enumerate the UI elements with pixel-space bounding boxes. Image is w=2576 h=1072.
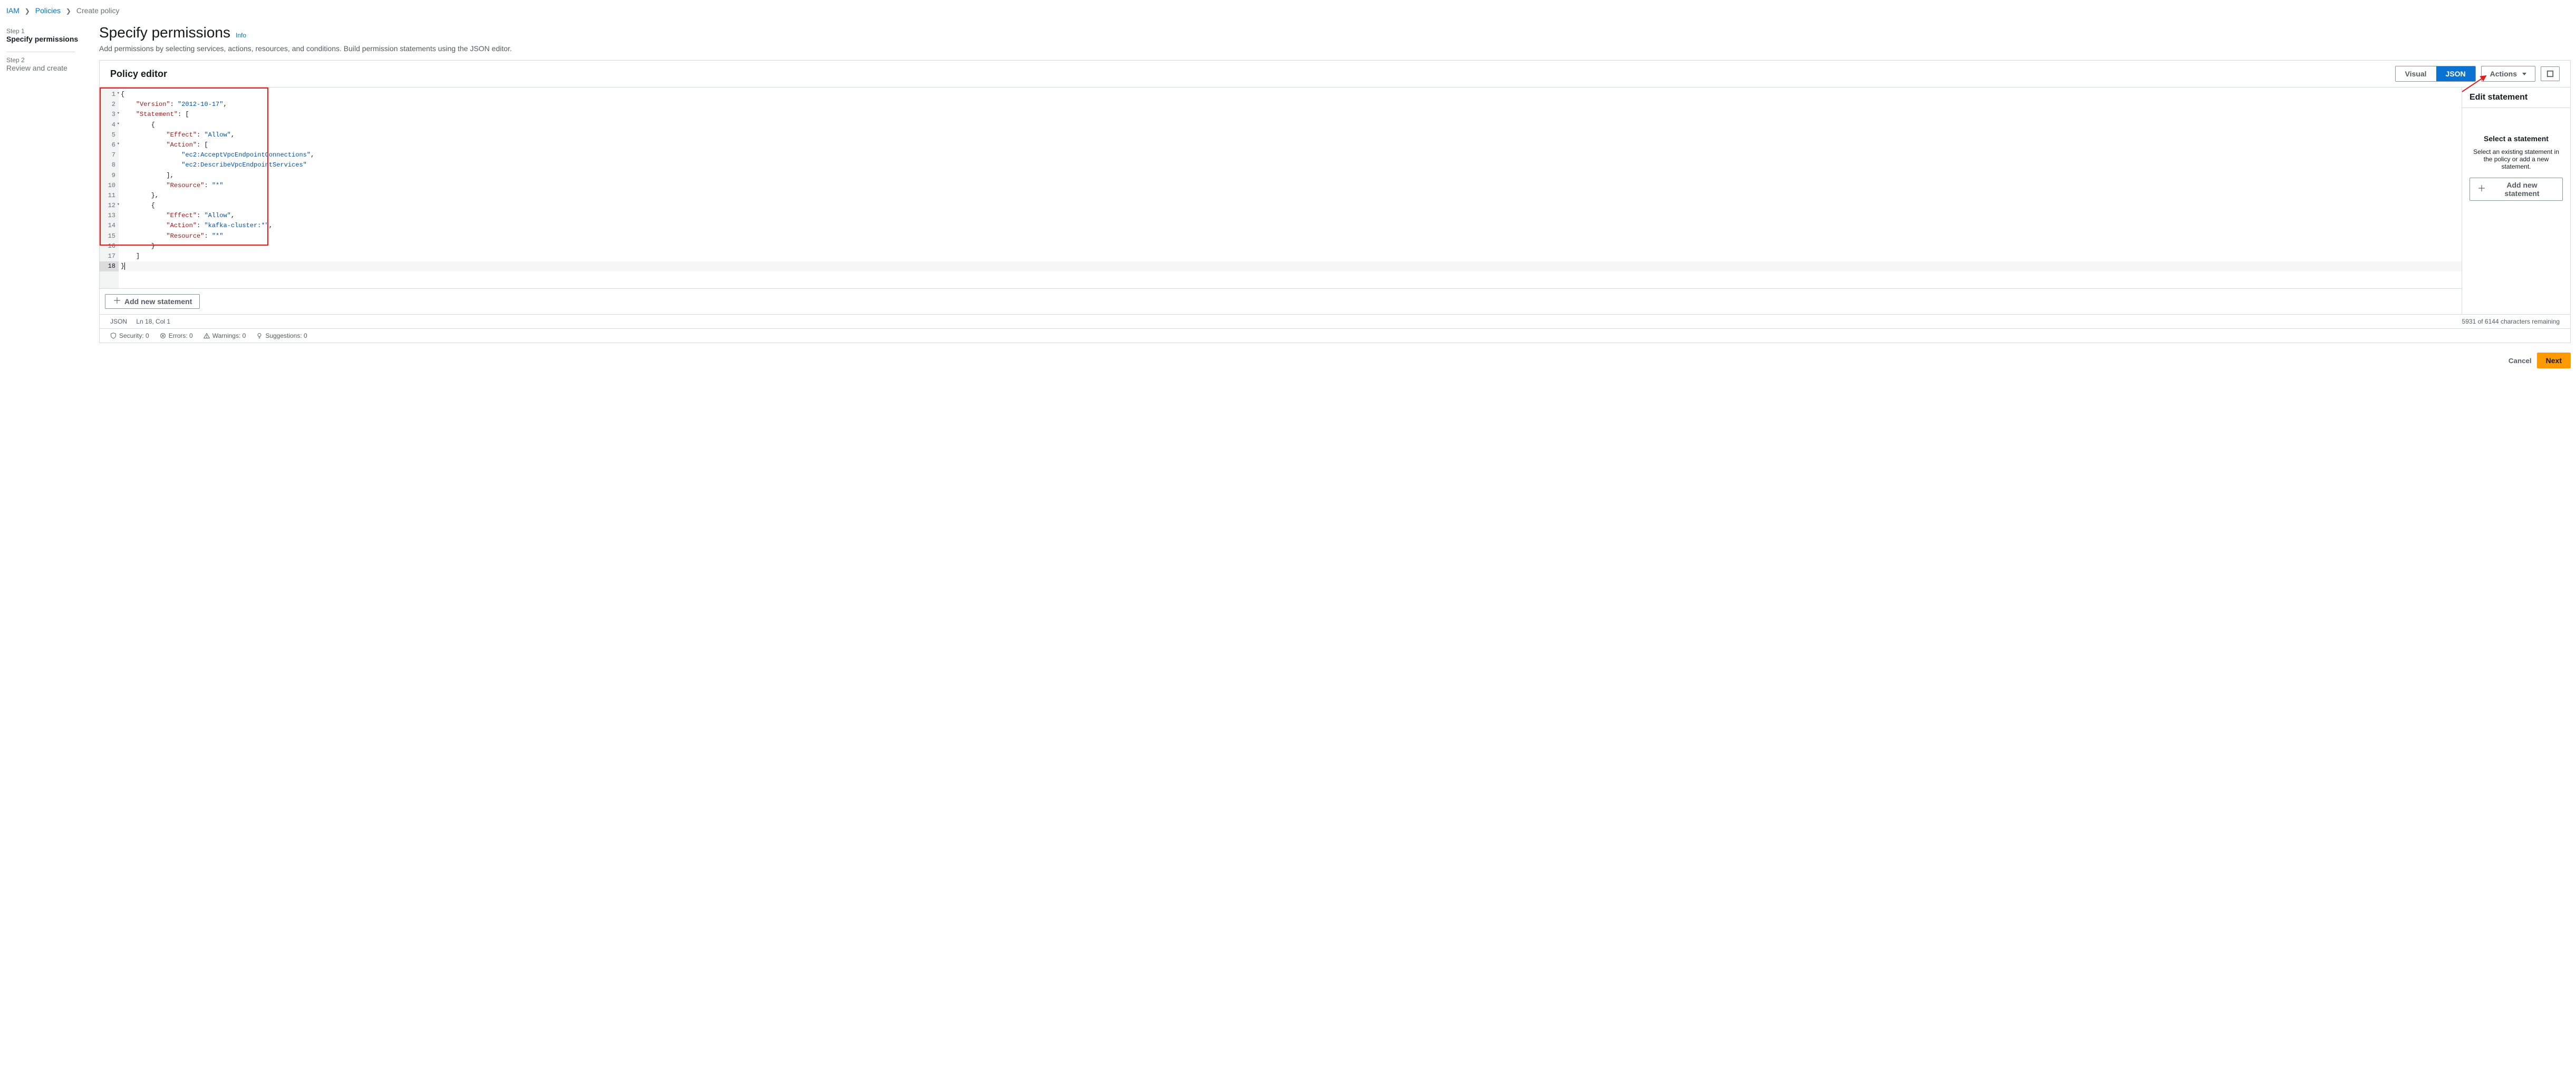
page-title: Specify permissions [99, 24, 230, 41]
add-statement-button[interactable]: ＋ Add new statement [105, 294, 200, 309]
code-content[interactable]: { "Version": "2012-10-17", "Statement": … [119, 87, 2462, 288]
status-errors-text: Errors: 0 [169, 332, 193, 339]
chevron-right-icon: ❯ [25, 7, 30, 15]
fullscreen-icon [2546, 70, 2554, 77]
status-mode: JSON [110, 318, 127, 325]
plus-icon: ＋ [2477, 185, 2486, 193]
warning-icon [204, 333, 210, 339]
select-statement-desc: Select an existing statement in the poli… [2470, 148, 2563, 170]
edit-statement-title: Edit statement [2462, 87, 2570, 108]
step1-name[interactable]: Specify permissions [6, 35, 88, 50]
code-editor[interactable]: 123456789101112131415161718 { "Version":… [100, 87, 2462, 288]
status-warnings-text: Warnings: 0 [212, 332, 246, 339]
breadcrumb-policies[interactable]: Policies [35, 6, 61, 15]
code-editor-column: 123456789101112131415161718 { "Version":… [100, 87, 2462, 314]
view-toggle: Visual JSON [2395, 66, 2476, 82]
status-suggestions[interactable]: Suggestions: 0 [256, 332, 307, 339]
status-characters: 5931 of 6144 characters remaining [2462, 318, 2560, 325]
next-button[interactable]: Next [2537, 353, 2571, 368]
status-errors[interactable]: Errors: 0 [160, 332, 193, 339]
step2-name[interactable]: Review and create [6, 64, 88, 79]
breadcrumb-iam[interactable]: IAM [6, 6, 20, 15]
view-toggle-json[interactable]: JSON [2436, 66, 2475, 81]
breadcrumbs: IAM ❯ Policies ❯ Create policy [0, 0, 2576, 19]
add-statement-label: Add new statement [124, 297, 192, 306]
line-gutter: 123456789101112131415161718 [100, 87, 119, 288]
main-content: Specify permissions Info Add permissions… [94, 19, 2576, 379]
edit-statement-panel: Edit statement Select a statement Select… [2462, 87, 2570, 314]
policy-editor-title: Policy editor [110, 69, 167, 80]
cancel-button[interactable]: Cancel [2509, 353, 2532, 368]
side-add-statement-label: Add new statement [2489, 181, 2555, 198]
view-toggle-visual[interactable]: Visual [2396, 66, 2436, 81]
status-warnings[interactable]: Warnings: 0 [204, 332, 246, 339]
status-security-text: Security: 0 [119, 332, 149, 339]
shield-icon [110, 333, 117, 339]
status-suggestions-text: Suggestions: 0 [265, 332, 307, 339]
step2-label: Step 2 [6, 56, 88, 64]
status-position: Ln 18, Col 1 [136, 318, 170, 325]
error-icon [160, 333, 166, 339]
side-add-statement-button[interactable]: ＋ Add new statement [2470, 178, 2563, 201]
fullscreen-button[interactable] [2541, 66, 2560, 81]
policy-editor-container: Policy editor Visual JSON Actions [99, 60, 2571, 343]
plus-icon: ＋ [113, 297, 121, 306]
status-security[interactable]: Security: 0 [110, 332, 149, 339]
step-sidebar: Step 1 Specify permissions Step 2 Review… [0, 19, 94, 379]
actions-dropdown[interactable]: Actions [2481, 66, 2535, 82]
page-description: Add permissions by selecting services, a… [99, 44, 2571, 53]
info-link[interactable]: Info [236, 32, 246, 39]
chevron-right-icon: ❯ [66, 7, 71, 15]
select-statement-heading: Select a statement [2470, 134, 2563, 143]
lightbulb-icon [256, 333, 263, 339]
breadcrumb-create-policy: Create policy [76, 6, 120, 15]
step1-label: Step 1 [6, 27, 88, 35]
